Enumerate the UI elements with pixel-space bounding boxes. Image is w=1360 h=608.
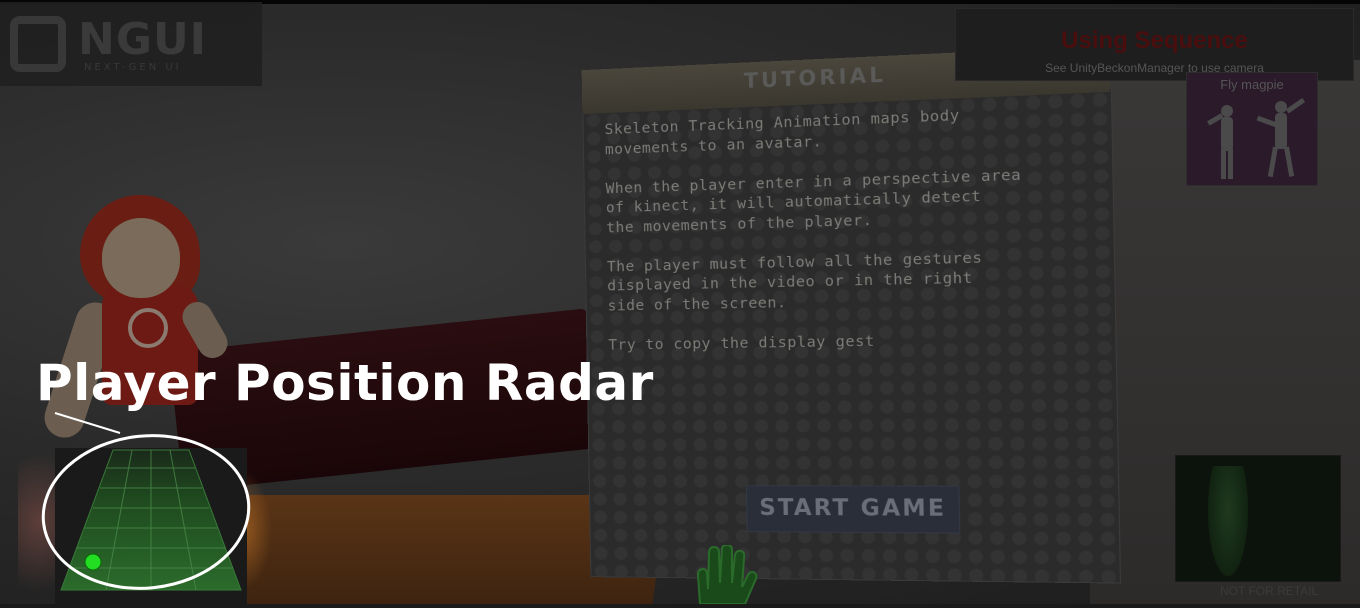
gesture-figures-icon xyxy=(1207,97,1306,179)
sequence-status-panel: Using Sequence See UnityBeckonManager to… xyxy=(955,8,1354,81)
ngui-logo-tagline: NEXT-GEN UI xyxy=(84,62,182,73)
avatar-shirt-logo xyxy=(128,308,168,348)
avatar-character xyxy=(39,190,240,490)
not-for-retail-watermark: NOT FOR RETAIL xyxy=(1220,584,1319,598)
hand-cursor-icon xyxy=(696,545,758,604)
ngui-logo: NGUI NEXT-GEN UI xyxy=(0,2,262,86)
sequence-title: Using Sequence xyxy=(1061,27,1248,54)
radar-grid xyxy=(60,449,242,591)
avatar-face xyxy=(102,218,180,298)
ngui-logo-name: NGUI xyxy=(78,14,208,65)
tutorial-panel: TUTORIAL Skeleton Tracking Animation map… xyxy=(581,45,1130,584)
camera-player-silhouette xyxy=(1208,466,1248,576)
tutorial-text: Skeleton Tracking Animation maps body mo… xyxy=(604,107,1022,354)
camera-feed xyxy=(1175,455,1341,582)
start-game-button[interactable]: START GAME xyxy=(745,485,961,534)
gesture-preview: Fly magpie xyxy=(1186,72,1318,186)
tutorial-title: TUTORIAL xyxy=(743,62,887,94)
ngui-logo-icon xyxy=(10,16,66,72)
player-position-radar xyxy=(55,448,247,604)
annotation-headline: Player Position Radar xyxy=(36,354,654,412)
